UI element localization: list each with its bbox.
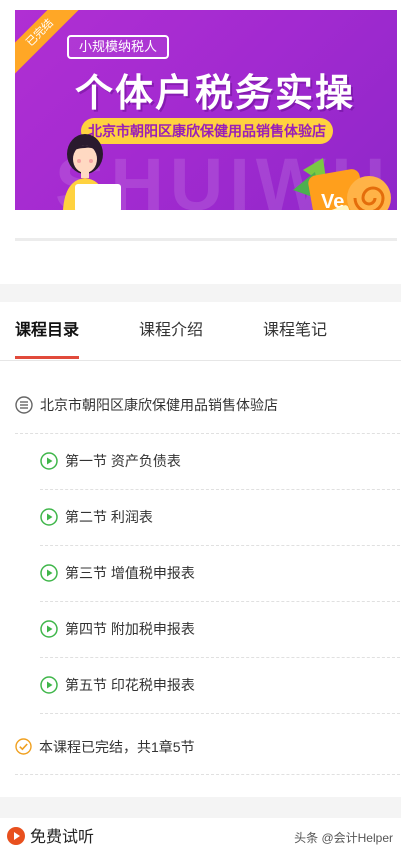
play-icon: [40, 620, 58, 638]
play-icon: [40, 452, 58, 470]
lesson-title: 第四节 附加税申报表: [65, 621, 195, 637]
section-gap: [0, 284, 401, 302]
play-icon: [40, 564, 58, 582]
play-icon: [40, 676, 58, 694]
banner-divider: [15, 238, 397, 241]
banner-tag: 小规模纳税人: [67, 35, 170, 59]
tab-catalog[interactable]: 课程目录: [15, 302, 79, 360]
lesson-title: 第二节 利润表: [65, 509, 153, 525]
chapter-title: 北京市朝阳区康欣保健用品销售体验店: [40, 397, 278, 413]
play-icon: [40, 508, 58, 526]
chapter-list-icon: [15, 396, 33, 414]
banner-title: 个体户税务实操: [74, 73, 355, 115]
chapter-row[interactable]: 北京市朝阳区康欣保健用品销售体验店: [15, 378, 400, 434]
course-banner: SHUIWU 已完结 小规模纳税人 个体户税务实操 北京市朝阳区康欣保健用品销售…: [15, 10, 397, 210]
lesson-item[interactable]: 第一节 资产负债表: [40, 434, 400, 490]
active-tab-indicator: [15, 356, 79, 359]
lesson-item[interactable]: 第五节 印花税申报表: [40, 658, 400, 714]
lesson-item[interactable]: 第四节 附加税申报表: [40, 602, 400, 658]
lesson-title: 第三节 增值税申报表: [65, 565, 195, 581]
course-tabs: 课程目录 课程介绍 课程笔记: [0, 302, 401, 361]
free-trial-label: 免费试听: [30, 829, 95, 846]
check-circle-icon: [15, 738, 32, 755]
lesson-item[interactable]: 第三节 增值税申报表: [40, 546, 400, 602]
watermark-text: 头条 @会计Helper: [294, 831, 393, 845]
play-circle-icon: [7, 827, 25, 845]
course-status-row: 本课程已完结，共1章5节: [15, 720, 400, 775]
tab-introduction[interactable]: 课程介绍: [139, 302, 203, 360]
lesson-title: 第一节 资产负债表: [65, 453, 181, 469]
course-status-text: 本课程已完结，共1章5节: [39, 739, 195, 755]
person-illustration: [63, 134, 121, 210]
lesson-item[interactable]: 第二节 利润表: [40, 490, 400, 546]
lesson-title: 第五节 印花税申报表: [65, 677, 195, 693]
section-gap: [0, 797, 401, 818]
candy-illustration: Ve: [293, 158, 391, 210]
free-trial-bar[interactable]: 免费试听 头条 @会计Helper: [0, 818, 401, 859]
tab-notes[interactable]: 课程笔记: [263, 302, 327, 360]
